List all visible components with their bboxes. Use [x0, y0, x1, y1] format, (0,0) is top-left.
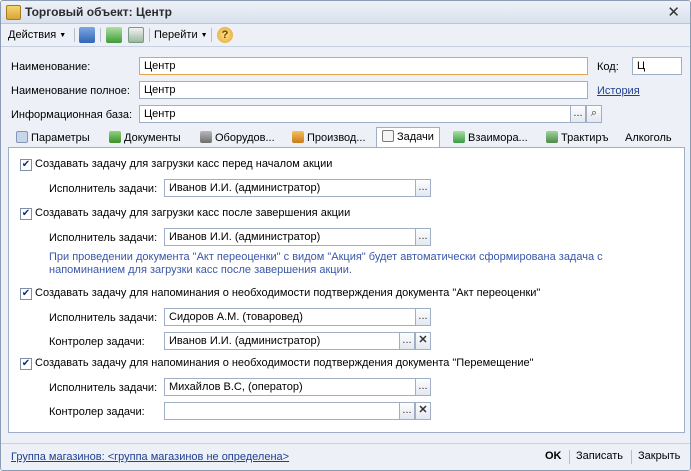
- fullname-label: Наименование полное:: [11, 85, 130, 97]
- search-icon[interactable]: ⌕: [586, 105, 602, 123]
- infobase-label: Информационная база:: [11, 109, 133, 121]
- handshake-icon: [453, 131, 465, 143]
- box-icon: [292, 131, 304, 143]
- task2-note-line2: напоминанием для загрузки касс после зав…: [49, 264, 352, 276]
- task3-controller-label: Контролер задачи:: [49, 336, 145, 348]
- title-bar: Торговый объект: Центр ✕: [1, 1, 690, 24]
- task2-label: Создавать задачу для загрузки касс после…: [35, 207, 351, 219]
- code-input[interactable]: Ц: [632, 57, 682, 75]
- ok-button[interactable]: OK: [545, 450, 562, 462]
- tab-production[interactable]: Производ...: [292, 129, 366, 147]
- task4-checkbox[interactable]: ✔: [20, 358, 32, 370]
- toolbar-divider: [149, 28, 150, 42]
- close-icon[interactable]: ✕: [667, 3, 680, 21]
- toolbar-divider: [74, 28, 75, 42]
- tab-label: Документы: [124, 132, 181, 144]
- task3-label: Создавать задачу для напоминания о необх…: [35, 287, 541, 299]
- help-icon[interactable]: ?: [217, 27, 233, 43]
- tab-parameters[interactable]: Параметры: [16, 129, 90, 147]
- window-title: Торговый объект: Центр: [25, 5, 172, 19]
- infobase-input[interactable]: Центр: [139, 105, 571, 123]
- chevron-down-icon: ▼: [59, 32, 67, 39]
- clipboard-icon: [382, 130, 394, 142]
- task4-executor-label: Исполнитель задачи:: [49, 382, 158, 394]
- actions-menu-button[interactable]: Действия ▼: [8, 27, 66, 43]
- document-icon[interactable]: [79, 27, 95, 43]
- tab-label: Алкоголь: [625, 132, 672, 144]
- store-group-link[interactable]: Группа магазинов: <группа магазинов не о…: [11, 451, 289, 463]
- footer-divider: [631, 450, 632, 464]
- task1-executor-input[interactable]: Иванов И.И. (администратор): [164, 179, 416, 197]
- task1-checkbox[interactable]: ✔: [20, 159, 32, 171]
- toolbar-divider: [211, 28, 212, 42]
- copy-icon[interactable]: [128, 27, 144, 43]
- window-icon: [6, 5, 21, 20]
- tab-equipment[interactable]: Оборудов...: [200, 129, 275, 147]
- tab-strip: Параметры Документы Оборудов... Производ…: [8, 127, 685, 148]
- tab-tasks[interactable]: Задачи: [376, 127, 440, 148]
- task4-controller-input[interactable]: [164, 402, 400, 420]
- task3-executor-label: Исполнитель задачи:: [49, 312, 158, 324]
- task2-executor-select-button[interactable]: ...: [415, 228, 431, 246]
- toolbar-divider: [100, 28, 101, 42]
- task1-executor-select-button[interactable]: ...: [415, 179, 431, 197]
- infobase-select-button[interactable]: ...: [570, 105, 586, 123]
- goto-menu-button[interactable]: Перейти ▼: [154, 27, 208, 43]
- tab-label: Задачи: [397, 131, 434, 143]
- task3-executor-input[interactable]: Сидоров А.М. (товаровед): [164, 308, 416, 326]
- clear-icon[interactable]: ✕: [415, 332, 431, 350]
- history-link[interactable]: История: [597, 85, 640, 97]
- task4-controller-label: Контролер задачи:: [49, 406, 145, 418]
- clear-icon[interactable]: ✕: [415, 402, 431, 420]
- task2-executor-input[interactable]: Иванов И.И. (администратор): [164, 228, 416, 246]
- tab-tavern[interactable]: Трактиръ: [546, 129, 608, 147]
- task2-checkbox[interactable]: ✔: [20, 208, 32, 220]
- code-label: Код:: [597, 61, 619, 73]
- tavern-icon: [546, 131, 558, 143]
- goto-menu-label: Перейти: [154, 29, 198, 41]
- task2-note-line1: При проведении документа "Акт переоценки…: [49, 251, 603, 263]
- tab-label: Параметры: [31, 132, 90, 144]
- task1-label: Создавать задачу для загрузки касс перед…: [35, 158, 333, 170]
- chevron-down-icon: ▼: [200, 32, 208, 39]
- task4-controller-select-button[interactable]: ...: [399, 402, 415, 420]
- close-button[interactable]: Закрыть: [638, 450, 680, 462]
- name-label: Наименование:: [11, 61, 91, 73]
- fullname-input[interactable]: Центр: [139, 81, 588, 99]
- toolbar: Действия ▼ Перейти ▼ ?: [1, 24, 690, 47]
- actions-menu-label: Действия: [8, 29, 57, 41]
- task4-executor-input[interactable]: Михайлов В.С, (оператор): [164, 378, 416, 396]
- tab-documents[interactable]: Документы: [109, 129, 181, 147]
- task3-checkbox[interactable]: ✔: [20, 288, 32, 300]
- tab-settlements[interactable]: Взаимора...: [453, 129, 528, 147]
- footer-bar: Группа магазинов: <группа магазинов не о…: [1, 443, 690, 470]
- save-button[interactable]: Записать: [576, 450, 623, 462]
- name-input[interactable]: Центр: [139, 57, 588, 75]
- documents-icon: [109, 131, 121, 143]
- tools-icon: [200, 131, 212, 143]
- task4-label: Создавать задачу для напоминания о необх…: [35, 357, 534, 369]
- task1-executor-label: Исполнитель задачи:: [49, 183, 158, 195]
- tab-label: Взаимора...: [468, 132, 528, 144]
- footer-divider: [569, 450, 570, 464]
- tab-label: Трактиръ: [561, 132, 609, 144]
- task3-controller-input[interactable]: Иванов И.И. (администратор): [164, 332, 400, 350]
- main-window: Торговый объект: Центр ✕ Действия ▼ Перей…: [0, 0, 691, 471]
- task2-executor-label: Исполнитель задачи:: [49, 232, 158, 244]
- tab-alcohol[interactable]: Алкоголь: [625, 129, 672, 147]
- task4-executor-select-button[interactable]: ...: [415, 378, 431, 396]
- list-icon: [16, 131, 28, 143]
- refresh-icon[interactable]: [106, 27, 122, 43]
- tab-label: Оборудов...: [215, 132, 275, 144]
- tab-label: Производ...: [307, 132, 366, 144]
- task3-controller-select-button[interactable]: ...: [399, 332, 415, 350]
- task3-executor-select-button[interactable]: ...: [415, 308, 431, 326]
